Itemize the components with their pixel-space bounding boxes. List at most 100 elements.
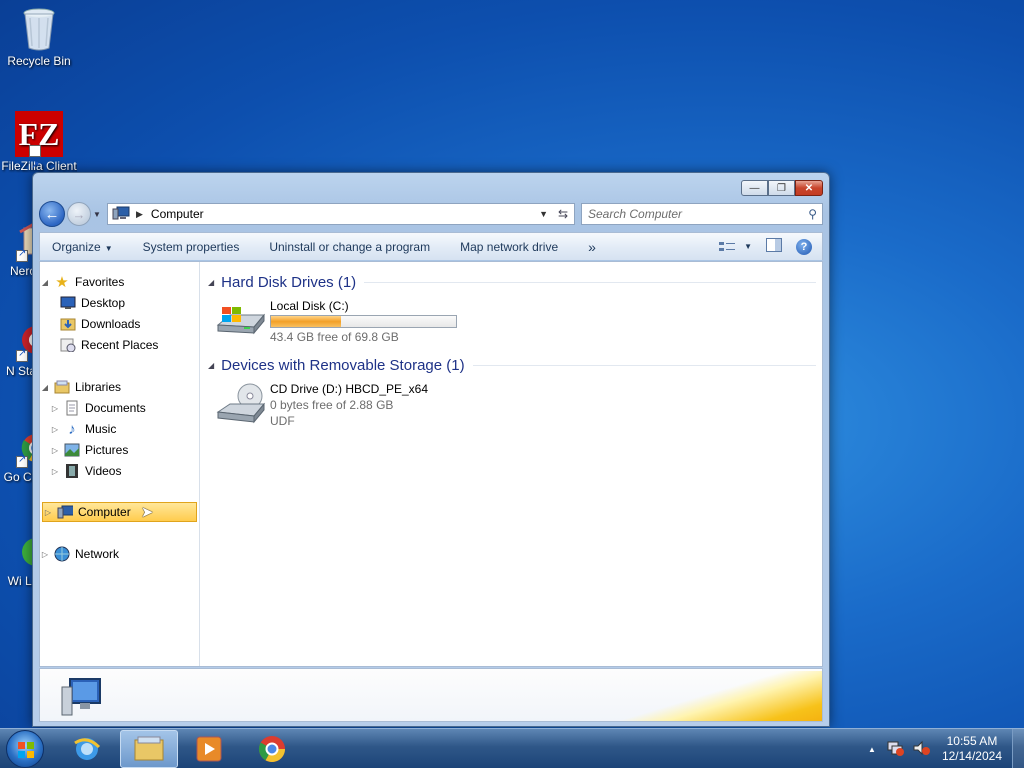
network-status-icon[interactable] — [886, 740, 904, 759]
command-bar: Organize ▼ System properties Uninstall or… — [39, 232, 823, 260]
system-properties-button[interactable]: System properties — [143, 240, 240, 254]
map-network-drive-button[interactable]: Map network drive — [460, 240, 558, 254]
recent-pages-dropdown[interactable]: ▼ — [93, 210, 103, 219]
collapsed-arrow-icon[interactable]: ▷ — [50, 404, 60, 413]
music-icon: ♪ — [68, 420, 76, 438]
start-button[interactable] — [6, 730, 44, 768]
collapsed-arrow-icon[interactable]: ▷ — [43, 508, 53, 517]
computer-icon — [112, 206, 130, 223]
nav-label: Pictures — [85, 443, 129, 457]
system-tray: ▲ 10:55 AM 12/14/2024 — [868, 729, 1024, 768]
nav-documents[interactable]: ▷ Documents — [40, 398, 199, 418]
nav-label: Downloads — [81, 317, 141, 331]
nav-label: Desktop — [81, 296, 126, 310]
volume-muted-icon[interactable] — [912, 740, 930, 759]
documents-icon — [64, 400, 80, 416]
chevron-down-icon: ▼ — [744, 242, 752, 251]
forward-button[interactable]: → — [67, 202, 91, 226]
nav-downloads[interactable]: Downloads — [40, 314, 199, 334]
search-placeholder: Search Computer — [588, 207, 683, 221]
collapse-group-icon[interactable]: ◢ — [208, 361, 214, 370]
arrow-right-icon: → — [72, 206, 86, 222]
desktop-icon-recycle-bin[interactable]: Recycle Bin — [1, 6, 77, 68]
nav-network[interactable]: ▷ Network — [40, 544, 199, 564]
downloads-folder-icon — [60, 316, 76, 332]
minimize-button[interactable]: — — [741, 180, 768, 196]
back-button[interactable]: ← — [39, 201, 65, 227]
more-commands-button[interactable]: » — [588, 239, 596, 255]
address-dropdown-icon[interactable]: ▼ — [539, 209, 548, 219]
uninstall-program-button[interactable]: Uninstall or change a program — [269, 240, 430, 254]
nav-label: Libraries — [75, 380, 122, 394]
nav-label: Videos — [85, 464, 122, 478]
disk-usage-fill — [271, 316, 341, 327]
organize-button[interactable]: Organize ▼ — [52, 240, 113, 254]
navigation-pane[interactable]: ◢ ★ Favorites Desktop Downloads Recent P… — [40, 262, 200, 666]
collapsed-arrow-icon[interactable]: ▷ — [50, 425, 60, 434]
disk-usage-bar — [270, 315, 457, 328]
expanded-arrow-icon[interactable]: ◢ — [40, 278, 50, 287]
videos-icon — [64, 463, 80, 479]
desktop-icon-label: Recycle Bin — [7, 54, 71, 68]
change-view-button[interactable]: ▼ — [718, 240, 752, 254]
folder-icon — [134, 736, 164, 761]
clock[interactable]: 10:55 AM 12/14/2024 — [942, 734, 1002, 764]
help-button[interactable]: ? — [796, 238, 812, 255]
view-icon — [719, 241, 736, 251]
taskbar-media-player[interactable] — [180, 730, 238, 768]
drive-item-local-disk[interactable]: Local Disk (C:) 43.4 GB free of 69.8 GB — [216, 299, 457, 344]
group-divider — [364, 281, 816, 283]
show-desktop-button[interactable] — [1012, 729, 1024, 768]
breadcrumb-separator-icon[interactable]: ▶ — [136, 209, 143, 220]
nav-computer[interactable]: ▷ Computer ➤ — [42, 502, 197, 522]
taskbar: ▲ 10:55 AM 12/14/2024 — [0, 728, 1024, 768]
recycle-bin-icon — [21, 6, 57, 52]
windows-logo-icon — [18, 742, 34, 758]
details-pane-decoration — [521, 671, 822, 721]
nav-pictures[interactable]: ▷ Pictures — [40, 440, 199, 460]
expanded-arrow-icon[interactable]: ◢ — [40, 383, 50, 392]
desktop-icon-filezilla[interactable]: FZ FileZilla Client — [1, 111, 77, 173]
collapsed-arrow-icon[interactable]: ▷ — [50, 446, 60, 455]
search-icon[interactable]: ⚲ — [808, 207, 817, 221]
taskbar-internet-explorer[interactable] — [58, 730, 116, 768]
collapse-group-icon[interactable]: ◢ — [208, 278, 214, 287]
maximize-button[interactable]: ❐ — [768, 180, 795, 196]
breadcrumb-computer[interactable]: Computer — [151, 207, 204, 221]
internet-explorer-icon — [74, 738, 101, 760]
nav-label: Music — [85, 422, 117, 436]
chevron-down-icon: ▼ — [104, 243, 113, 253]
nav-label: Network — [75, 547, 120, 561]
group-header-removable[interactable]: ◢ Devices with Removable Storage (1) — [208, 355, 816, 375]
items-view[interactable]: ◢ Hard Disk Drives (1) Local Disk (C:) 4… — [200, 262, 822, 666]
nav-recent-places[interactable]: Recent Places — [40, 335, 199, 355]
collapsed-arrow-icon[interactable]: ▷ — [50, 467, 60, 476]
group-header-hdd[interactable]: ◢ Hard Disk Drives (1) — [208, 272, 816, 292]
content-area: ◢ ★ Favorites Desktop Downloads Recent P… — [39, 261, 823, 667]
refresh-icon[interactable]: ⇆ — [558, 207, 568, 221]
preview-pane-button[interactable] — [766, 238, 782, 255]
nav-videos[interactable]: ▷ Videos — [40, 461, 199, 481]
nav-label: Computer — [78, 505, 131, 519]
drive-item-cd-drive[interactable]: CD Drive (D:) HBCD_PE_x64 0 bytes free o… — [216, 382, 428, 428]
show-hidden-icons-button[interactable]: ▲ — [868, 745, 876, 754]
nav-libraries[interactable]: ◢ Libraries — [40, 377, 199, 397]
nav-music[interactable]: ▷ ♪ Music — [40, 419, 199, 439]
explorer-window[interactable]: — ❐ ✕ ← → ▼ ▶ Computer ▼ ⇆ Search Comput… — [32, 172, 830, 727]
nav-desktop[interactable]: Desktop — [40, 293, 199, 313]
taskbar-windows-explorer[interactable] — [120, 730, 178, 768]
search-input[interactable]: Search Computer ⚲ — [581, 203, 823, 225]
cd-drive-icon — [216, 382, 266, 424]
shortcut-arrow-icon — [29, 143, 41, 173]
collapsed-arrow-icon[interactable]: ▷ — [40, 550, 50, 559]
nav-label: Recent Places — [81, 338, 159, 352]
close-button[interactable]: ✕ — [795, 180, 823, 196]
drive-name: CD Drive (D:) HBCD_PE_x64 — [270, 382, 429, 396]
address-bar[interactable]: ▶ Computer ▼ ⇆ — [107, 203, 575, 225]
group-title: Hard Disk Drives (1) — [221, 273, 357, 291]
taskbar-google-chrome[interactable] — [243, 730, 301, 768]
details-pane — [39, 668, 823, 722]
mouse-cursor-icon: ➤ — [140, 504, 154, 521]
nav-favorites[interactable]: ◢ ★ Favorites — [40, 272, 199, 292]
network-icon — [54, 546, 70, 562]
